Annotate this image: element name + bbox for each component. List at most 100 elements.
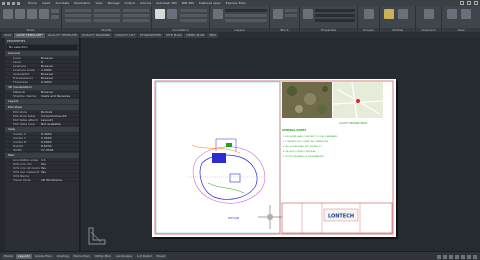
property-value[interactable]: ByLayer — [41, 90, 79, 93]
stretch-button[interactable] — [65, 19, 91, 22]
grid-icon[interactable] — [437, 255, 441, 259]
rotate-button[interactable] — [94, 9, 120, 12]
trim-button[interactable] — [123, 9, 149, 12]
linetype-dropdown[interactable] — [315, 19, 355, 22]
layout-tab[interactable]: Grading — [54, 253, 71, 259]
ribbon-tab-insert[interactable]: Insert — [42, 1, 51, 5]
property-value[interactable]: ByColor — [41, 110, 79, 113]
layout-tab[interactable]: Utility Plan — [92, 253, 113, 259]
property-row[interactable]: Width 17.3036 — [5, 148, 79, 152]
snap-icon[interactable] — [443, 255, 447, 259]
property-value[interactable]: 17.3036 — [41, 148, 79, 151]
property-value[interactable]: 1:1 — [41, 158, 79, 161]
ribbon-tab-autodesk-360[interactable]: Autodesk 360 — [156, 1, 177, 5]
circle-icon[interactable] — [27, 9, 37, 19]
quick-access-toolbar[interactable] — [2, 1, 20, 5]
property-value[interactable]: 8.6330 — [41, 144, 79, 147]
property-row[interactable]: Thickness 0.0000 — [5, 80, 79, 84]
layer-dropdown[interactable] — [225, 9, 267, 12]
ribbon-tab-manage[interactable]: Manage — [108, 1, 120, 5]
scale-button[interactable] — [94, 19, 120, 22]
ribbon-tab-home[interactable]: Home — [28, 1, 37, 5]
ribbon-tab-view[interactable]: View — [95, 1, 102, 5]
dimension-icon[interactable] — [167, 9, 177, 19]
table-button[interactable] — [180, 14, 207, 17]
polyline-icon[interactable] — [15, 9, 25, 19]
property-value[interactable]: 5.4546 — [41, 136, 79, 139]
layout-tab[interactable]: Lot Detail — [135, 253, 154, 259]
maximize-icon[interactable] — [467, 1, 471, 5]
move-button[interactable] — [65, 9, 91, 12]
base-view-icon[interactable] — [447, 9, 457, 19]
color-dropdown[interactable] — [315, 9, 355, 12]
property-value[interactable]: Not available — [41, 122, 79, 125]
property-value[interactable]: Yes — [41, 166, 79, 169]
match-properties-icon[interactable] — [303, 9, 313, 19]
edit-block-button[interactable] — [285, 14, 297, 17]
rectangle-icon[interactable] — [51, 9, 59, 13]
ribbon-tab-annotate[interactable]: Annotate — [55, 1, 69, 5]
property-row[interactable]: Shadow display Casts and Receives — [5, 94, 79, 98]
property-value[interactable]: Yes — [41, 170, 79, 173]
close-icon[interactable] — [474, 1, 478, 5]
property-value[interactable]: 8.4930 — [41, 132, 79, 135]
leader-button[interactable] — [180, 9, 207, 12]
layout-tab[interactable]: Model — [2, 253, 16, 259]
drawing-area[interactable]: QUALITY DRAWING INDEX GENERAL NOTES 1. A… — [81, 38, 480, 251]
layout-tab[interactable]: Demo Plan — [71, 253, 92, 259]
layout-tab[interactable]: Landscape — [113, 253, 135, 259]
ribbon-tab-bim-360[interactable]: BIM 360 — [182, 1, 194, 5]
property-row[interactable]: Plot table type Not available — [5, 122, 79, 126]
measure-icon[interactable] — [384, 9, 394, 19]
property-value[interactable]: 0.0000 — [41, 140, 79, 143]
property-value[interactable]: 1.0000 — [41, 68, 79, 71]
ribbon-tab-add-ins[interactable]: Add-ins — [140, 1, 151, 5]
insert-block-icon[interactable] — [273, 9, 283, 19]
customize-icon[interactable] — [473, 255, 477, 259]
line-icon[interactable] — [3, 9, 13, 19]
osnap-icon[interactable] — [455, 255, 459, 259]
paste-icon[interactable] — [424, 9, 434, 19]
property-value[interactable]: ByLayer — [41, 72, 79, 75]
save-icon[interactable] — [12, 1, 15, 5]
property-value[interactable]: monochrome.ctb — [41, 114, 79, 117]
text-icon[interactable] — [155, 9, 165, 19]
selection-dropdown[interactable]: No selection — [7, 45, 77, 50]
viewports-icon[interactable] — [461, 9, 471, 19]
layout-tab[interactable]: Grade Plan — [33, 253, 54, 259]
lineweight-dropdown[interactable] — [315, 14, 355, 17]
property-value[interactable] — [41, 174, 79, 177]
property-value[interactable]: 2D Wireframe — [41, 178, 79, 181]
ribbon-tab-parametric[interactable]: Parametric — [74, 1, 90, 5]
open-icon[interactable] — [7, 1, 10, 5]
property-value[interactable]: 0.0000 — [41, 80, 79, 83]
property-section-header[interactable]: Layout — [5, 99, 79, 104]
layer-properties-icon[interactable] — [213, 9, 223, 19]
layout-tab[interactable]: Layout1 — [16, 253, 33, 259]
array-button[interactable] — [123, 19, 149, 22]
markup-button[interactable] — [180, 19, 207, 22]
copy-button[interactable] — [65, 14, 91, 17]
property-value[interactable]: ByLayer — [41, 56, 79, 59]
property-value[interactable]: Casts and Receives — [41, 94, 79, 97]
property-value[interactable]: ByLayer — [41, 76, 79, 79]
property-value[interactable]: Layout1 — [41, 118, 79, 121]
create-block-button[interactable] — [285, 9, 297, 12]
ribbon-tab-featured-apps[interactable]: Featured Apps — [199, 1, 221, 5]
minimize-icon[interactable] — [460, 1, 464, 5]
new-icon[interactable] — [2, 1, 5, 5]
layer-tools-row[interactable] — [225, 14, 267, 17]
layer-tools-row-2[interactable] — [225, 19, 267, 22]
undo-icon[interactable] — [17, 1, 20, 5]
ribbon-tab-output[interactable]: Output — [125, 1, 135, 5]
layout-tab[interactable]: Sheet — [154, 253, 168, 259]
group-icon[interactable] — [364, 9, 374, 19]
property-value[interactable]: Yes — [41, 162, 79, 165]
ortho-icon[interactable] — [449, 255, 453, 259]
palette-dock-strip[interactable] — [0, 38, 5, 251]
annotation-scale-icon[interactable] — [461, 255, 465, 259]
ribbon-tab-express-tools[interactable]: Express Tools — [226, 1, 246, 5]
property-value[interactable]: 0 — [41, 60, 79, 63]
property-row[interactable]: Visual Style 2D Wireframe — [5, 178, 79, 182]
fillet-button[interactable] — [123, 14, 149, 17]
